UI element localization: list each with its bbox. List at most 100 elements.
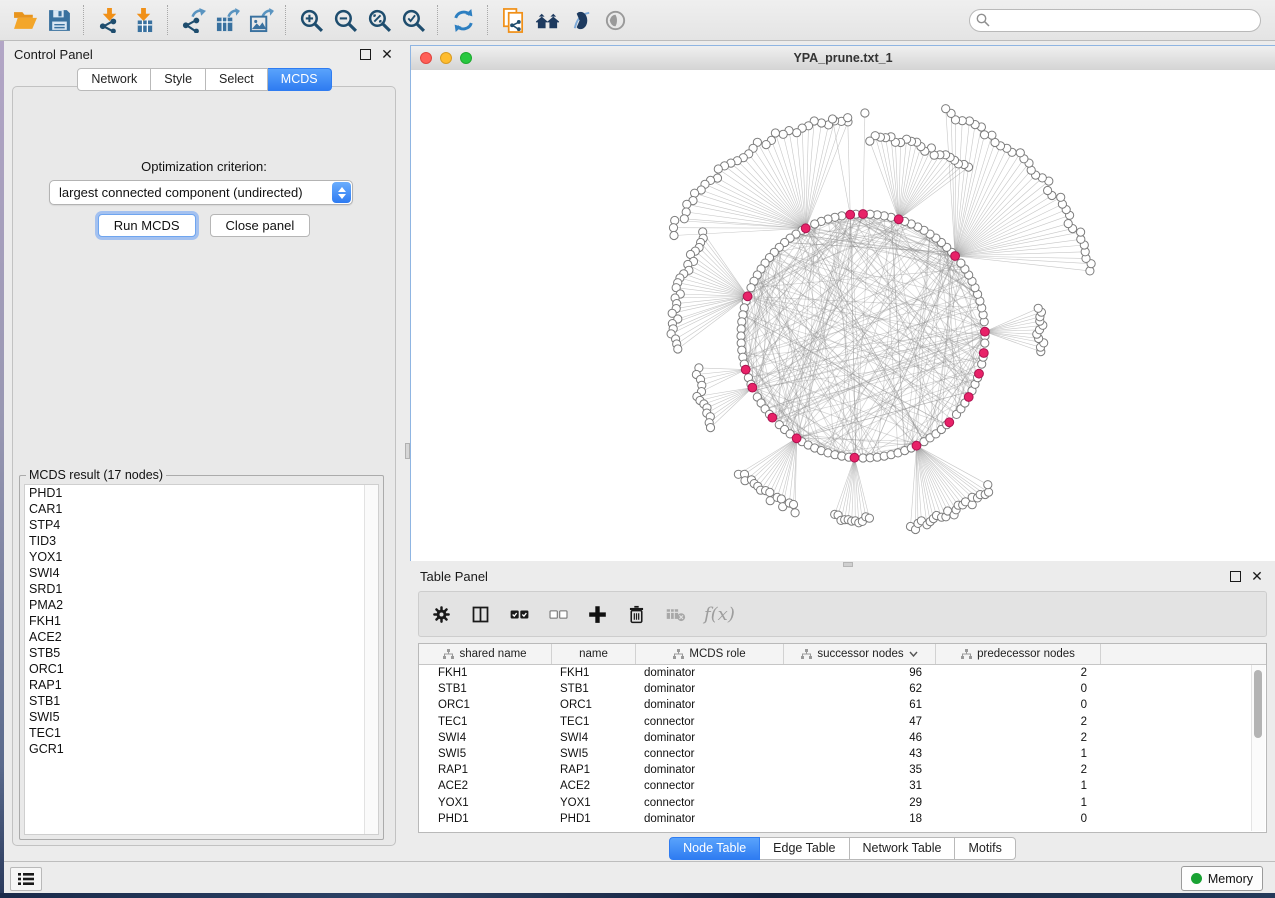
- table-row[interactable]: STB1STB1dominator620: [419, 681, 1266, 697]
- mcds-result-item[interactable]: FKH1: [25, 613, 378, 629]
- mcds-result-item[interactable]: SRD1: [25, 581, 378, 597]
- mcds-hub-node[interactable]: [912, 441, 921, 450]
- mcds-result-item[interactable]: RAP1: [25, 677, 378, 693]
- tab-node-table[interactable]: Node Table: [669, 837, 760, 860]
- mcds-result-item[interactable]: SWI4: [25, 565, 378, 581]
- save-session-button[interactable]: [42, 4, 76, 36]
- memory-status-icon: [1191, 873, 1202, 884]
- refresh-button[interactable]: [446, 4, 480, 36]
- export-table-button[interactable]: [210, 4, 244, 36]
- close-panel-button[interactable]: Close panel: [210, 214, 311, 237]
- mcds-result-item[interactable]: ACE2: [25, 629, 378, 645]
- mcds-result-item[interactable]: YOX1: [25, 549, 378, 565]
- mcds-hub-node[interactable]: [768, 413, 777, 422]
- zoom-in-button[interactable]: [294, 4, 328, 36]
- table-settings-button[interactable]: [431, 604, 452, 625]
- mcds-result-item[interactable]: PHD1: [25, 485, 378, 501]
- tab-mcds[interactable]: MCDS: [268, 68, 332, 91]
- show-columns-button[interactable]: [470, 604, 491, 625]
- mcds-hub-node[interactable]: [743, 292, 752, 301]
- column-header-successor-nodes[interactable]: successor nodes: [784, 644, 936, 664]
- table-row[interactable]: YOX1YOX1connector291: [419, 795, 1266, 811]
- window-minimize-light[interactable]: [440, 52, 452, 64]
- tab-network-table[interactable]: Network Table: [850, 837, 956, 860]
- table-row[interactable]: RAP1RAP1dominator352: [419, 762, 1266, 778]
- mcds-result-item[interactable]: GCR1: [25, 741, 378, 757]
- column-header-shared-name[interactable]: shared name: [419, 644, 552, 664]
- mcds-hub-node[interactable]: [741, 365, 750, 374]
- tab-motifs[interactable]: Motifs: [955, 837, 1015, 860]
- memory-button[interactable]: Memory: [1181, 866, 1263, 891]
- mcds-result-item[interactable]: STB1: [25, 693, 378, 709]
- table-row[interactable]: SWI4SWI4dominator462: [419, 730, 1266, 746]
- table-row[interactable]: FKH1FKH1dominator962: [419, 665, 1266, 681]
- mcds-hub-node[interactable]: [981, 327, 990, 336]
- run-mcds-button[interactable]: Run MCDS: [98, 214, 196, 237]
- hide-details-button[interactable]: [564, 4, 598, 36]
- mcds-result-item[interactable]: SWI5: [25, 709, 378, 725]
- table-row[interactable]: PHD1PHD1dominator180: [419, 811, 1266, 827]
- mcds-hub-node[interactable]: [975, 369, 984, 378]
- mcds-hub-node[interactable]: [792, 434, 801, 443]
- mcds-result-item[interactable]: TID3: [25, 533, 378, 549]
- zoom-selected-button[interactable]: [396, 4, 430, 36]
- control-panel-close-button[interactable]: ✕: [379, 46, 395, 62]
- export-image-button[interactable]: [244, 4, 278, 36]
- share-document-button[interactable]: [496, 4, 530, 36]
- open-file-button[interactable]: [8, 4, 42, 36]
- mcds-hub-node[interactable]: [979, 349, 988, 358]
- network-graph[interactable]: [411, 70, 1275, 561]
- table-row[interactable]: SWI5SWI5connector431: [419, 746, 1266, 762]
- mcds-result-item[interactable]: STB5: [25, 645, 378, 661]
- mcds-result-item[interactable]: CAR1: [25, 501, 378, 517]
- mcds-hub-node[interactable]: [894, 215, 903, 224]
- zoom-fit-button[interactable]: [362, 4, 396, 36]
- mcds-result-item[interactable]: PMA2: [25, 597, 378, 613]
- mcds-hub-node[interactable]: [846, 210, 855, 219]
- window-zoom-light[interactable]: [460, 52, 472, 64]
- table-row[interactable]: ACE2ACE2connector311: [419, 778, 1266, 794]
- tab-select[interactable]: Select: [206, 68, 268, 91]
- task-history-button[interactable]: [10, 867, 42, 891]
- search-input[interactable]: [969, 9, 1261, 32]
- create-column-button[interactable]: [587, 604, 608, 625]
- mcds-hub-node[interactable]: [748, 383, 757, 392]
- import-network-button[interactable]: [92, 4, 126, 36]
- network-canvas[interactable]: [411, 70, 1275, 561]
- optimization-criterion-select[interactable]: largest connected component (undirected): [49, 180, 353, 205]
- column-header-predecessor-nodes[interactable]: predecessor nodes: [936, 644, 1101, 664]
- mcds-hub-node[interactable]: [801, 224, 810, 233]
- mcds-result-item[interactable]: ORC1: [25, 661, 378, 677]
- table-scrollbar[interactable]: [1251, 665, 1265, 831]
- delete-column-button[interactable]: [626, 604, 647, 625]
- table-scrollbar-thumb[interactable]: [1254, 670, 1262, 738]
- table-row[interactable]: TEC1TEC1connector472: [419, 714, 1266, 730]
- table-panel-close-button[interactable]: ✕: [1249, 568, 1265, 584]
- table-panel-float-button[interactable]: [1227, 568, 1243, 584]
- mcds-hub-node[interactable]: [951, 252, 960, 261]
- mcds-result-list[interactable]: PHD1CAR1STP4TID3YOX1SWI4SRD1PMA2FKH1ACE2…: [24, 484, 379, 835]
- deselect-all-rows-button[interactable]: [548, 604, 569, 625]
- table-row[interactable]: ORC1ORC1dominator610: [419, 697, 1266, 713]
- tab-edge-table[interactable]: Edge Table: [760, 837, 849, 860]
- toggle-visibility-button[interactable]: [598, 4, 632, 36]
- mcds-hub-node[interactable]: [945, 418, 954, 427]
- tab-network[interactable]: Network: [77, 68, 151, 91]
- mcds-hub-node[interactable]: [964, 393, 973, 402]
- import-table-button[interactable]: [126, 4, 160, 36]
- tab-style[interactable]: Style: [151, 68, 206, 91]
- home-networks-button[interactable]: [530, 4, 564, 36]
- select-all-rows-button[interactable]: [509, 604, 530, 625]
- window-close-light[interactable]: [420, 52, 432, 64]
- network-window-titlebar[interactable]: YPA_prune.txt_1: [411, 46, 1275, 71]
- column-header-MCDS-role[interactable]: MCDS role: [636, 644, 784, 664]
- mcds-result-item[interactable]: STP4: [25, 517, 378, 533]
- export-network-button[interactable]: [176, 4, 210, 36]
- control-panel-float-button[interactable]: [357, 46, 373, 62]
- zoom-out-button[interactable]: [328, 4, 362, 36]
- column-header-name[interactable]: name: [552, 644, 636, 664]
- mcds-hub-node[interactable]: [859, 210, 868, 219]
- mcds-hub-node[interactable]: [850, 453, 859, 462]
- mcds-result-item[interactable]: TEC1: [25, 725, 378, 741]
- mcds-list-scrollbar[interactable]: [364, 485, 378, 834]
